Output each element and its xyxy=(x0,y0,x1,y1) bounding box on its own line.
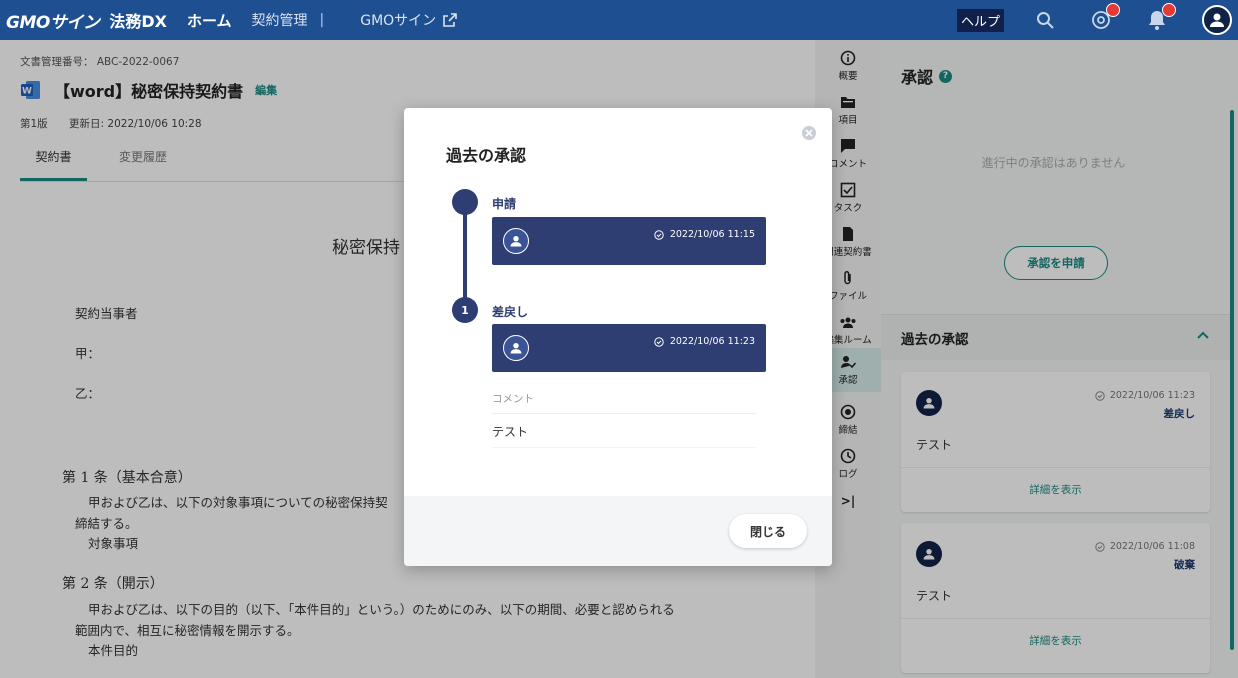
divider xyxy=(492,413,756,414)
check-circle-icon xyxy=(654,229,664,240)
step-datetime: 2022/10/06 11:23 xyxy=(654,336,755,347)
avatar xyxy=(503,335,529,361)
notification-button[interactable] xyxy=(1146,3,1176,31)
help-link[interactable]: ヘルプ xyxy=(956,8,1004,32)
header-actions: ヘルプ xyxy=(956,0,1238,40)
dialog-footer: 閉じる xyxy=(404,496,832,566)
step-label: 申請 xyxy=(492,197,517,211)
nav-separator: | xyxy=(319,12,325,28)
person-icon xyxy=(1210,13,1224,27)
person-icon xyxy=(510,235,522,247)
nav-gmo-sign[interactable]: GMOサイン xyxy=(360,10,458,30)
comment-label: コメント xyxy=(492,393,534,405)
mention-button[interactable] xyxy=(1090,3,1120,31)
mention-badge xyxy=(1106,3,1120,17)
step-card: 2022/10/06 11:23 xyxy=(492,324,766,372)
step-datetime-text: 2022/10/06 11:23 xyxy=(669,336,755,347)
timeline-dot: 1 xyxy=(452,297,478,323)
step-datetime: 2022/10/06 11:15 xyxy=(654,229,755,240)
main-nav: ホーム 契約管理 | GMOサイン xyxy=(187,10,458,31)
step-datetime-text: 2022/10/06 11:15 xyxy=(669,229,755,240)
app-logo[interactable]: GMOサイン 法務DX xyxy=(6,8,167,33)
dialog-title: 過去の承認 xyxy=(446,146,527,165)
logo-brand: GMOサイン xyxy=(6,12,100,33)
nav-contract-management[interactable]: 契約管理 xyxy=(252,10,308,30)
close-button[interactable]: 閉じる xyxy=(729,514,807,548)
person-icon xyxy=(510,342,522,354)
comment-value: テスト xyxy=(492,425,529,439)
user-avatar[interactable] xyxy=(1202,5,1232,35)
search-icon xyxy=(1037,12,1054,29)
close-icon-button[interactable] xyxy=(802,126,816,140)
check-circle-icon xyxy=(654,336,664,347)
external-link-icon xyxy=(443,13,457,27)
step-card: 2022/10/06 11:15 xyxy=(492,217,766,265)
timeline-dot xyxy=(452,189,478,215)
timeline-line xyxy=(463,212,467,298)
nav-home[interactable]: ホーム xyxy=(187,10,232,31)
notification-badge xyxy=(1162,3,1176,17)
logo-product: 法務DX xyxy=(109,12,167,31)
divider xyxy=(492,447,756,448)
search-button[interactable] xyxy=(1034,9,1056,31)
top-header: GMOサイン 法務DX ホーム 契約管理 | GMOサイン ヘルプ xyxy=(0,0,1238,40)
past-approval-dialog: 過去の承認 申請 2022/10/06 11:15 1 差戻し 2022/10/… xyxy=(404,108,832,566)
step-label: 差戻し xyxy=(492,305,529,319)
nav-gmo-sign-label: GMOサイン xyxy=(360,13,437,29)
avatar xyxy=(503,228,529,254)
close-icon xyxy=(805,129,813,137)
